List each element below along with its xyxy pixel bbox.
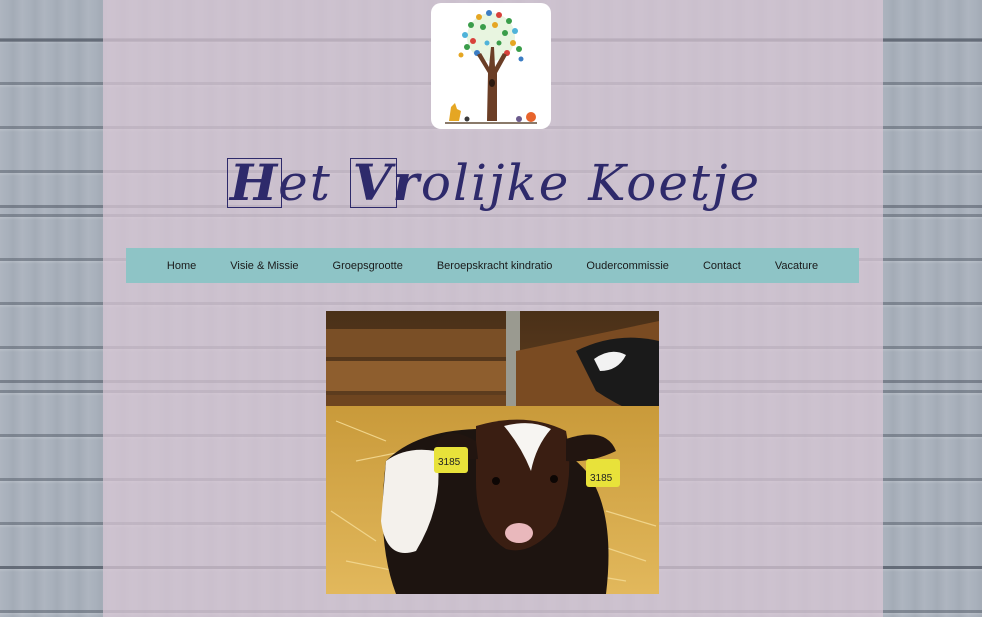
nav-item-oudercommissie[interactable]: Oudercommissie (569, 260, 686, 272)
nav-item-contact[interactable]: Contact (686, 260, 758, 272)
ear-tag-right-text: 3185 (590, 473, 613, 484)
site-title-boxed-letter: H (226, 158, 283, 208)
site-logo[interactable] (431, 3, 551, 129)
nav-item-groepsgrootte[interactable]: Groepsgrootte (316, 260, 420, 272)
nav-item-home[interactable]: Home (150, 260, 213, 272)
site-title-part: et (278, 154, 350, 212)
site-title-part: olijke (420, 154, 589, 212)
calf-image: 3185 3185 (326, 311, 659, 594)
site-title-boxed-letter: V (349, 158, 397, 208)
nav-item-beroepskracht-kindratio[interactable]: Beroepskracht kindratio (420, 260, 570, 272)
nav-item-vacature[interactable]: Vacature (758, 260, 835, 272)
tree-logo-icon (445, 10, 537, 124)
ear-tag-left-text: 3185 (438, 457, 461, 468)
site-title: Het Vrolijke Koetje (214, 150, 774, 216)
main-nav: Home Visie & Missie Groepsgrootte Beroep… (126, 248, 859, 283)
nav-item-visie-missie[interactable]: Visie & Missie (213, 260, 315, 272)
site-title-part: r (392, 153, 421, 212)
calf-photo: 3185 3185 (326, 311, 659, 594)
site-title-part: Koetje (588, 154, 762, 212)
